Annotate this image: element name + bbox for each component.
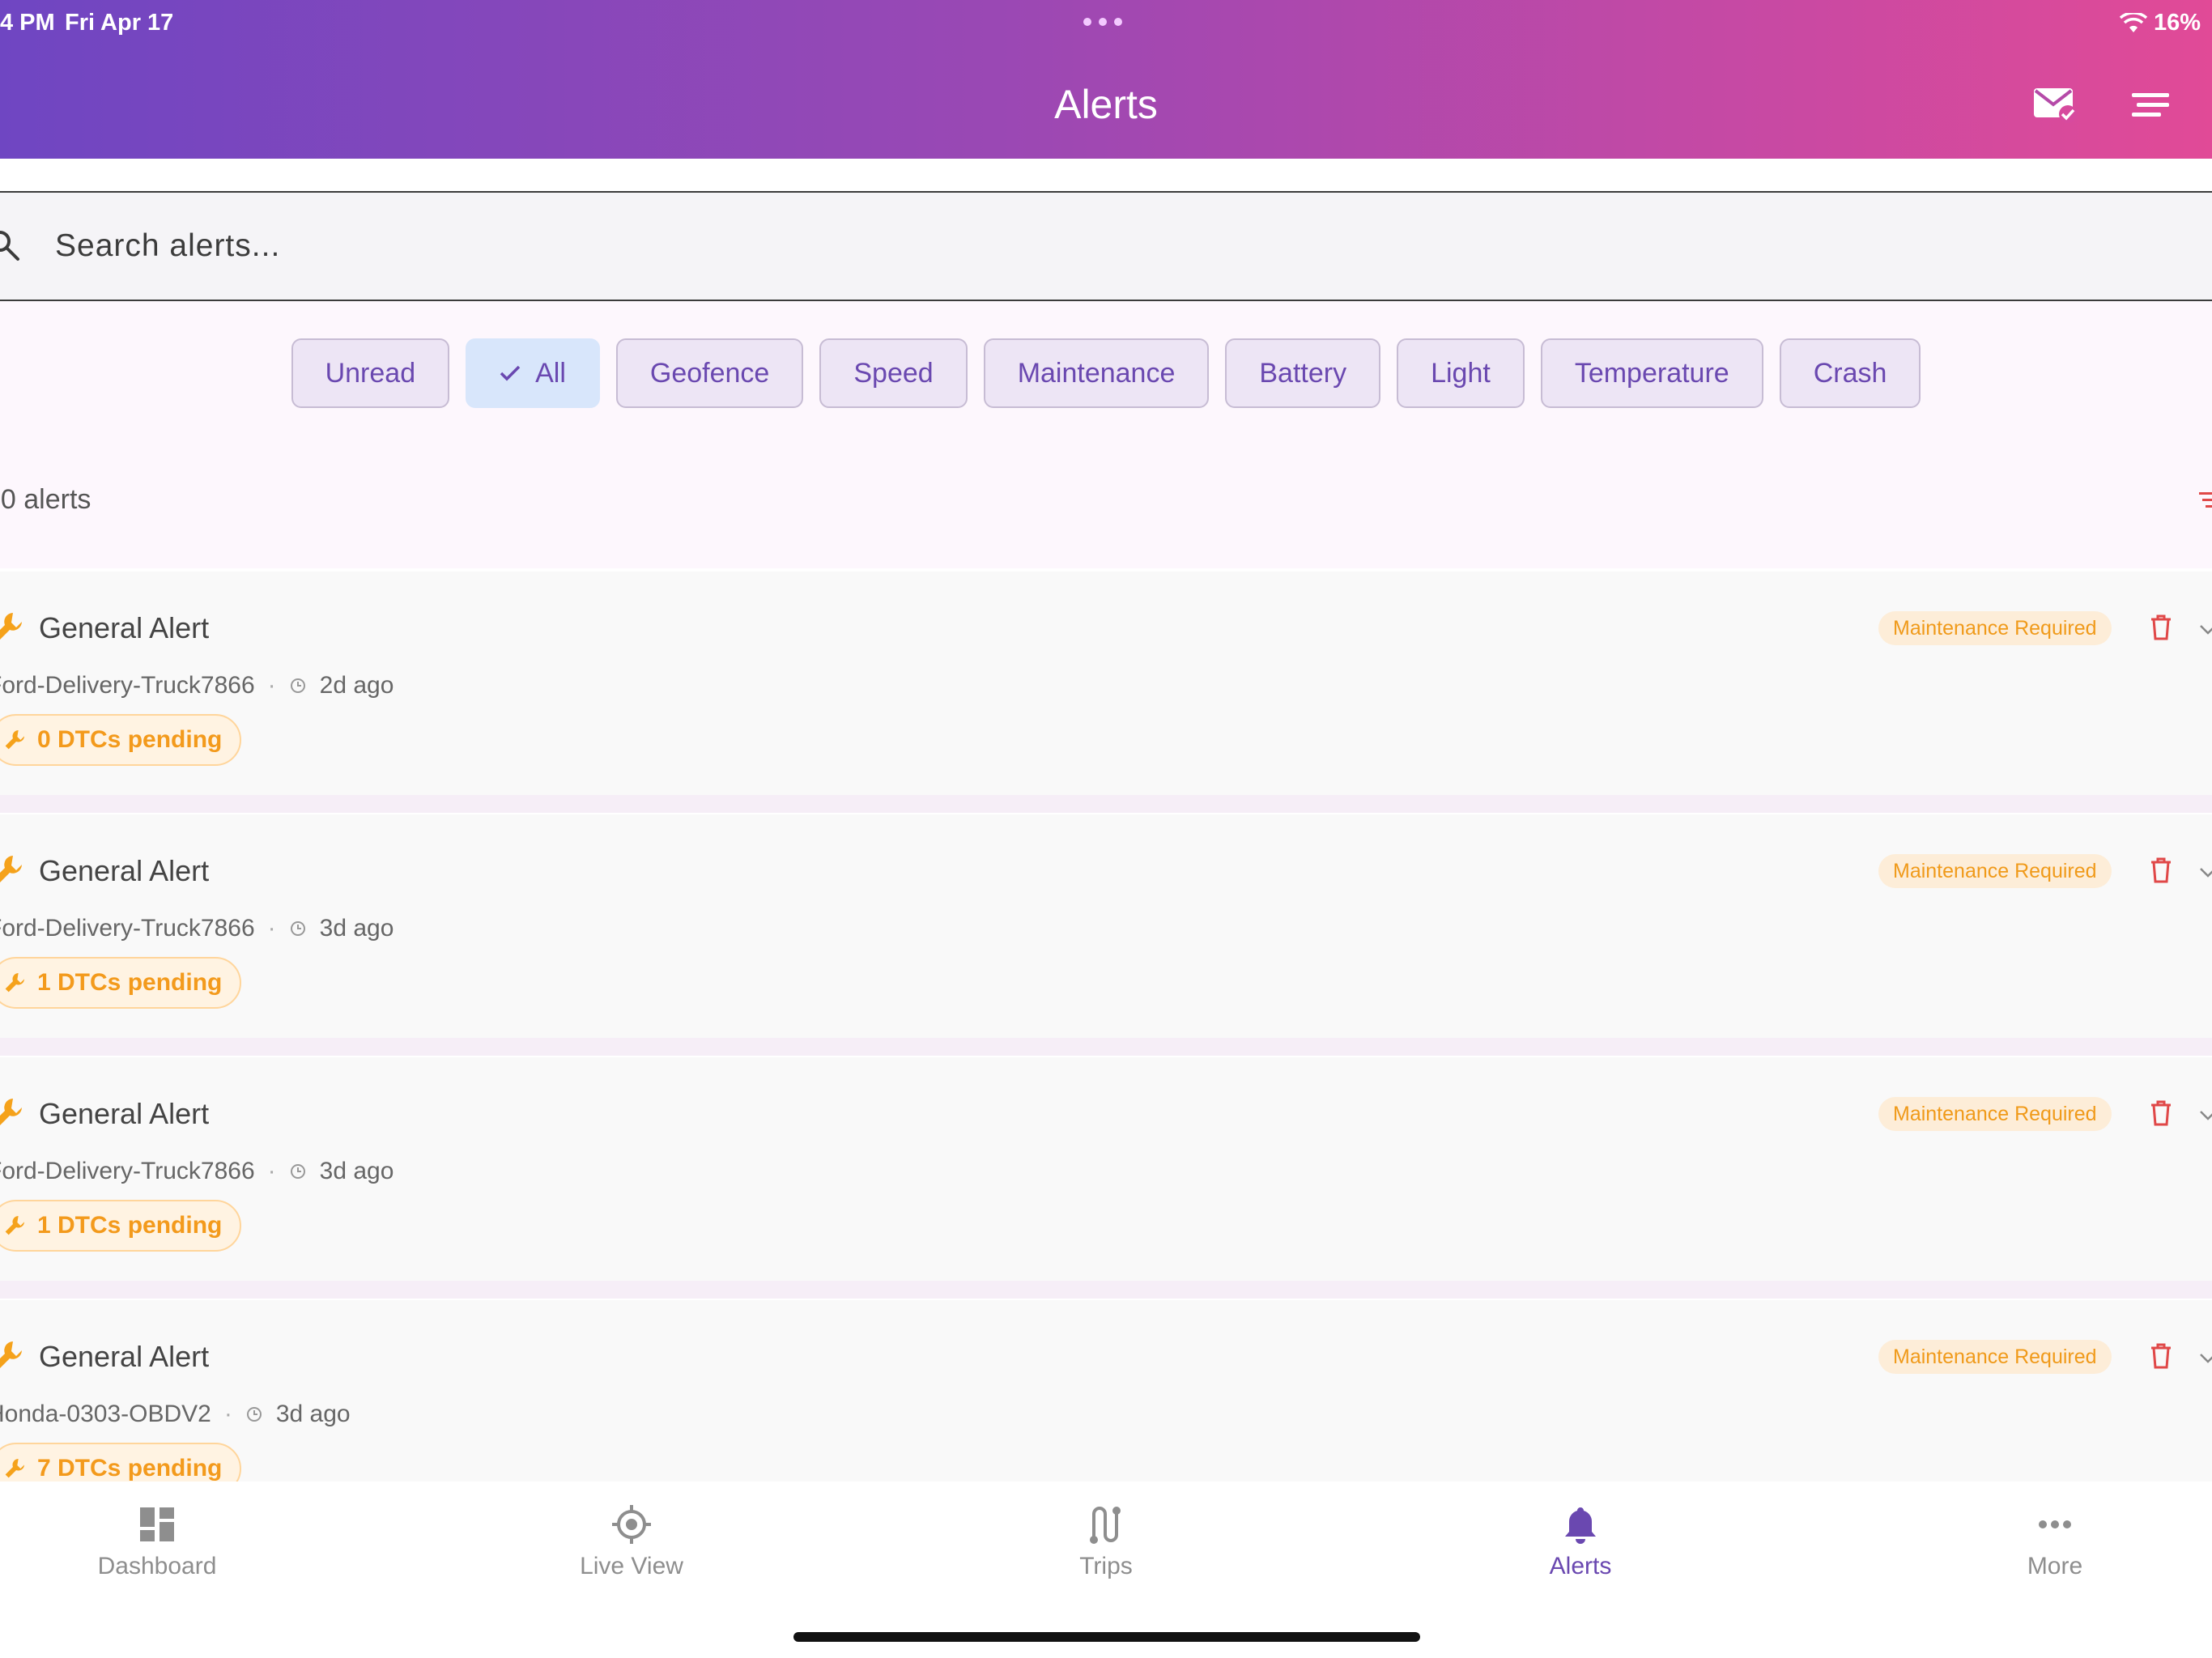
sort-icon[interactable] <box>2199 491 2212 510</box>
filter-chip-temperature[interactable]: Temperature <box>1540 338 1763 408</box>
wifi-icon <box>2119 12 2147 32</box>
wrench-icon <box>5 1459 24 1478</box>
status-badge: Maintenance Required <box>1878 1097 2112 1131</box>
checkmark-icon <box>500 365 521 381</box>
search-input[interactable]: Search alerts... <box>55 228 280 264</box>
page-title: Alerts <box>1054 82 1158 127</box>
battery-level: 16% <box>2153 10 2201 36</box>
dtc-pending-badge: 1 DTCs pending <box>0 1200 242 1252</box>
alert-meta: Ford-Delivery-Truck7866 · 3d ago <box>0 915 393 942</box>
trash-icon[interactable] <box>2149 1099 2173 1127</box>
status-date: Fri Apr 17 <box>65 10 174 36</box>
alert-time: 3d ago <box>319 1158 394 1184</box>
alert-meta: Ford-Delivery-Truck7866 · 2d ago <box>0 672 393 699</box>
tab-alerts[interactable]: Alerts <box>1459 1503 1702 1580</box>
card-divider <box>0 1038 2212 1056</box>
chevron-down-icon[interactable] <box>2199 620 2212 638</box>
clock-icon <box>290 678 305 693</box>
card-divider <box>0 795 2212 813</box>
live-view-icon <box>612 1505 651 1544</box>
wrench-icon <box>0 1341 22 1368</box>
vehicle-name: Ford-Delivery-Truck7866 <box>0 672 255 699</box>
clock-icon <box>246 1407 262 1422</box>
multitasking-dots[interactable] <box>1083 18 1122 26</box>
filter-menu-icon[interactable] <box>2125 81 2176 130</box>
search-bar[interactable]: Search alerts... <box>0 191 2212 301</box>
alert-title: General Alert <box>39 611 210 644</box>
status-badge: Maintenance Required <box>1878 611 2112 645</box>
trips-icon <box>1090 1507 1121 1544</box>
filter-chip-crash[interactable]: Crash <box>1779 338 1921 408</box>
alert-card[interactable] <box>0 1300 2212 1482</box>
status-indicators: 16% <box>2119 10 2201 36</box>
alert-time: 3d ago <box>319 915 394 942</box>
clock-icon <box>290 1164 305 1179</box>
alert-title: General Alert <box>39 1340 210 1373</box>
alert-title: General Alert <box>39 854 210 887</box>
filter-chip-geofence[interactable]: Geofence <box>615 338 804 408</box>
filter-chips: Unread All Geofence Speed Maintenance Ba… <box>0 338 2212 408</box>
alert-time: 2d ago <box>319 672 394 699</box>
alert-time: 3d ago <box>275 1401 351 1427</box>
chevron-down-icon[interactable] <box>2199 863 2212 881</box>
filter-chip-battery[interactable]: Battery <box>1225 338 1381 408</box>
alert-meta: Honda-0303-OBDV2 · 3d ago <box>0 1401 351 1428</box>
dtc-pending-badge: 1 DTCs pending <box>0 957 242 1009</box>
vehicle-name: Ford-Delivery-Truck7866 <box>0 915 255 942</box>
dtc-pending-badge: 0 DTCs pending <box>0 714 242 766</box>
tab-trips[interactable]: Trips <box>985 1503 1227 1580</box>
status-badge: Maintenance Required <box>1878 854 2112 888</box>
chevron-down-icon[interactable] <box>2199 1106 2212 1124</box>
filter-chip-speed[interactable]: Speed <box>819 338 968 408</box>
wrench-icon <box>5 730 24 750</box>
filter-section: Unread All Geofence Speed Maintenance Ba… <box>0 301 2212 568</box>
wrench-icon <box>0 613 22 640</box>
alert-title: General Alert <box>39 1097 210 1130</box>
filter-chip-maintenance[interactable]: Maintenance <box>983 338 1210 408</box>
wrench-icon <box>5 973 24 993</box>
clock-icon <box>290 921 305 936</box>
trash-icon[interactable] <box>2149 857 2173 884</box>
filter-chip-unread[interactable]: Unread <box>291 338 450 408</box>
trash-icon[interactable] <box>2149 1342 2173 1370</box>
filter-chip-light[interactable]: Light <box>1397 338 1525 408</box>
tab-live-view[interactable]: Live View <box>510 1503 753 1580</box>
trash-icon[interactable] <box>2149 614 2173 641</box>
more-icon <box>2039 1520 2071 1528</box>
wrench-icon <box>0 1099 22 1125</box>
status-badge: Maintenance Required <box>1878 1340 2112 1374</box>
alert-meta: Ford-Delivery-Truck7866 · 3d ago <box>0 1158 393 1185</box>
mark-all-read-icon[interactable] <box>2029 81 2081 130</box>
tab-more[interactable]: More <box>1933 1503 2176 1580</box>
app-header: 4 PM Fri Apr 17 16% Alerts <box>0 0 2212 159</box>
vehicle-name: Honda-0303-OBDV2 <box>0 1401 211 1427</box>
filter-chip-all[interactable]: All <box>466 338 600 408</box>
alert-count: 10 alerts <box>0 484 91 515</box>
dashboard-icon <box>140 1507 174 1541</box>
bell-icon <box>1565 1507 1596 1544</box>
tab-dashboard[interactable]: Dashboard <box>36 1503 279 1580</box>
card-divider <box>0 1281 2212 1299</box>
status-time: 4 PM <box>0 10 55 36</box>
wrench-icon <box>5 1216 24 1235</box>
vehicle-name: Ford-Delivery-Truck7866 <box>0 1158 255 1184</box>
wrench-icon <box>0 856 22 882</box>
search-icon <box>0 231 19 261</box>
home-indicator[interactable] <box>793 1632 1420 1642</box>
chevron-down-icon[interactable] <box>2199 1349 2212 1367</box>
